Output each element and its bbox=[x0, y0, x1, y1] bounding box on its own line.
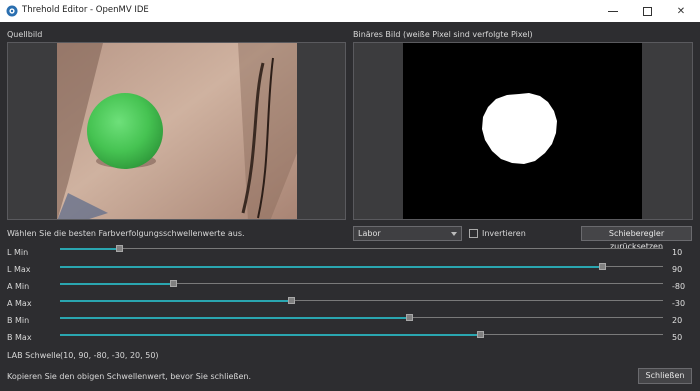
slider-track[interactable] bbox=[60, 280, 663, 287]
slider-label: A Min bbox=[7, 282, 30, 291]
slider-label: A Max bbox=[7, 299, 32, 308]
chevron-down-icon bbox=[451, 232, 457, 236]
slider-label: L Min bbox=[7, 248, 29, 257]
slider-handle[interactable] bbox=[477, 331, 484, 338]
lab-threshold-label: LAB Schwelle bbox=[7, 351, 61, 360]
lab-threshold-value: (10, 90, -80, -30, 20, 50) bbox=[60, 351, 159, 360]
slider-label: B Max bbox=[7, 333, 32, 342]
slider-value: 50 bbox=[672, 333, 683, 342]
slider-handle[interactable] bbox=[116, 245, 123, 252]
window-title: Threhold Editor - OpenMV IDE bbox=[22, 5, 149, 15]
close-icon: ✕ bbox=[676, 5, 686, 17]
colorspace-selected-value: Labor bbox=[358, 229, 381, 238]
slider-handle[interactable] bbox=[406, 314, 413, 321]
openmv-logo-icon bbox=[6, 5, 18, 17]
colorspace-select[interactable]: Labor bbox=[353, 226, 462, 241]
slider-handle[interactable] bbox=[288, 297, 295, 304]
invert-checkbox[interactable] bbox=[469, 229, 478, 238]
invert-label[interactable]: Invertieren bbox=[482, 229, 526, 238]
instruction-text: Wählen Sie die besten Farbverfolgungssch… bbox=[7, 229, 245, 238]
source-image-panel bbox=[7, 42, 346, 220]
reset-sliders-button[interactable]: Schieberegler zurücksetzen bbox=[581, 226, 692, 251]
binary-image-label: Binäres Bild (weiße Pixel sind verfolgte… bbox=[353, 30, 533, 39]
slider-track[interactable] bbox=[60, 245, 663, 252]
maximize-button[interactable] bbox=[630, 0, 664, 22]
source-image bbox=[57, 43, 297, 219]
slider-fill bbox=[60, 247, 120, 250]
close-window-button[interactable]: ✕ bbox=[664, 0, 698, 22]
slider-fill bbox=[60, 282, 174, 285]
slider-fill bbox=[60, 265, 603, 268]
slider-value: 10 bbox=[672, 248, 683, 257]
green-ball bbox=[87, 93, 163, 169]
slider-value: 90 bbox=[672, 265, 683, 274]
slider-handle[interactable] bbox=[170, 280, 177, 287]
source-image-label: Quellbild bbox=[7, 30, 43, 39]
close-button[interactable]: Schließen bbox=[638, 368, 692, 384]
slider-value: -30 bbox=[672, 299, 686, 308]
maximize-icon bbox=[642, 6, 652, 16]
slider-fill bbox=[60, 299, 292, 302]
footer-note: Kopieren Sie den obigen Schwellenwert, b… bbox=[7, 372, 252, 381]
slider-value: -80 bbox=[672, 282, 686, 291]
slider-fill bbox=[60, 316, 410, 319]
slider-handle[interactable] bbox=[599, 263, 606, 270]
slider-track[interactable] bbox=[60, 263, 663, 270]
slider-label: B Min bbox=[7, 316, 30, 325]
slider-track[interactable] bbox=[60, 297, 663, 304]
binary-image-panel bbox=[353, 42, 693, 220]
minimize-button[interactable] bbox=[596, 0, 630, 22]
window-titlebar: Threhold Editor - OpenMV IDE ✕ bbox=[0, 0, 700, 22]
minimize-icon bbox=[608, 10, 618, 12]
slider-track[interactable] bbox=[60, 314, 663, 321]
slider-track[interactable] bbox=[60, 331, 663, 338]
slider-value: 20 bbox=[672, 316, 683, 325]
binary-image bbox=[403, 43, 642, 219]
slider-fill bbox=[60, 333, 481, 336]
slider-label: L Max bbox=[7, 265, 31, 274]
